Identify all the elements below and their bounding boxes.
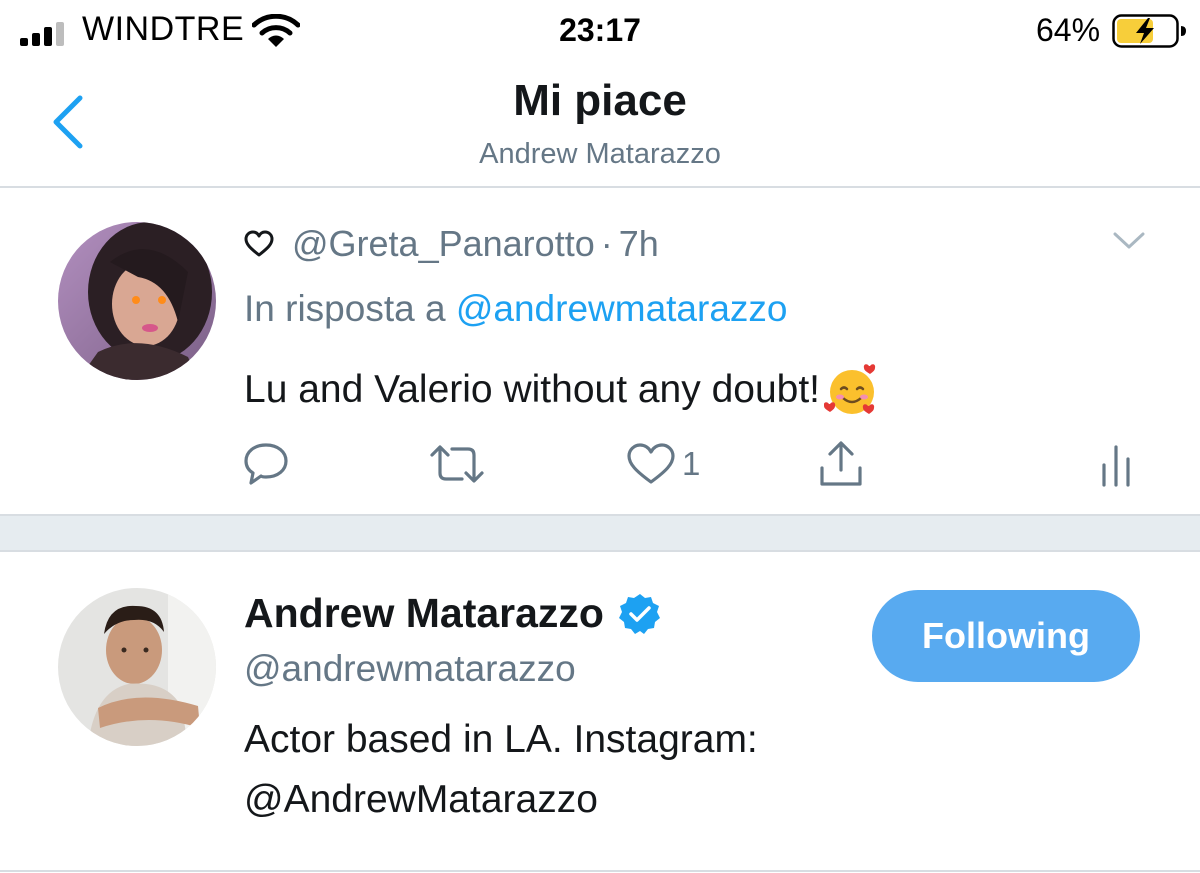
following-button[interactable]: Following [872, 590, 1140, 682]
tweet-body: Lu and Valerio without any doubt! [244, 368, 821, 411]
like-count: 1 [682, 445, 701, 482]
bio-line: @AndrewMatarazzo [244, 778, 598, 821]
user-name[interactable]: Andrew Matarazzo [244, 590, 662, 637]
heart-outline-icon [244, 230, 274, 257]
reply-prefix: In risposta a [244, 288, 446, 329]
user-card[interactable]: Andrew Matarazzo @andrewmatarazzo Actor … [0, 552, 1200, 872]
status-time: 23:17 [559, 12, 641, 48]
chevron-down-icon[interactable] [1112, 230, 1146, 252]
status-bar: WINDTRE 23:17 64% [0, 0, 1200, 62]
analytics-button[interactable] [1100, 440, 1134, 488]
retweet-button[interactable] [428, 440, 486, 488]
bio-line: Actor based in LA. Instagram: [244, 718, 758, 761]
user-display-name: Andrew Matarazzo [244, 590, 604, 636]
meta-separator: · [600, 223, 613, 264]
share-icon [820, 441, 862, 486]
reply-mention-link[interactable]: @andrewmatarazzo [456, 288, 788, 329]
battery-charging-icon [1112, 14, 1186, 48]
avatar[interactable] [58, 588, 216, 746]
reply-button[interactable] [242, 440, 290, 488]
reply-context: In risposta a @andrewmatarazzo [244, 288, 788, 330]
like-icon [627, 443, 675, 484]
analytics-icon [1102, 445, 1130, 487]
liked-tweet[interactable]: @Greta_Panarotto · 7h In risposta a @and… [0, 188, 1200, 516]
share-button[interactable] [818, 440, 864, 488]
profile-photo-icon [58, 222, 216, 380]
tweet-author-handle[interactable]: @Greta_Panarotto [292, 223, 595, 265]
tweet-meta: @Greta_Panarotto · 7h [244, 222, 659, 266]
profile-photo-icon [58, 588, 216, 746]
reply-icon [244, 443, 288, 485]
navigation-header: Mi piace Andrew Matarazzo [0, 62, 1200, 188]
battery-percentage: 64% [1036, 12, 1101, 48]
user-handle: @andrewmatarazzo [244, 648, 576, 689]
smiling-face-with-hearts-icon [824, 364, 876, 414]
page-title: Mi piace [513, 76, 687, 125]
user-bio: Actor based in LA. Instagram: @AndrewMat… [244, 710, 884, 830]
avatar[interactable] [58, 222, 216, 380]
verified-badge-icon [618, 593, 660, 634]
tweet-text: Lu and Valerio without any doubt! [244, 362, 880, 418]
tweet-time: 7h [618, 223, 659, 264]
tweet-actions: 1 [0, 440, 1200, 496]
page-subtitle: Andrew Matarazzo [479, 138, 721, 170]
section-divider [0, 516, 1200, 552]
retweet-icon [430, 445, 484, 483]
like-button[interactable]: 1 [626, 440, 700, 488]
